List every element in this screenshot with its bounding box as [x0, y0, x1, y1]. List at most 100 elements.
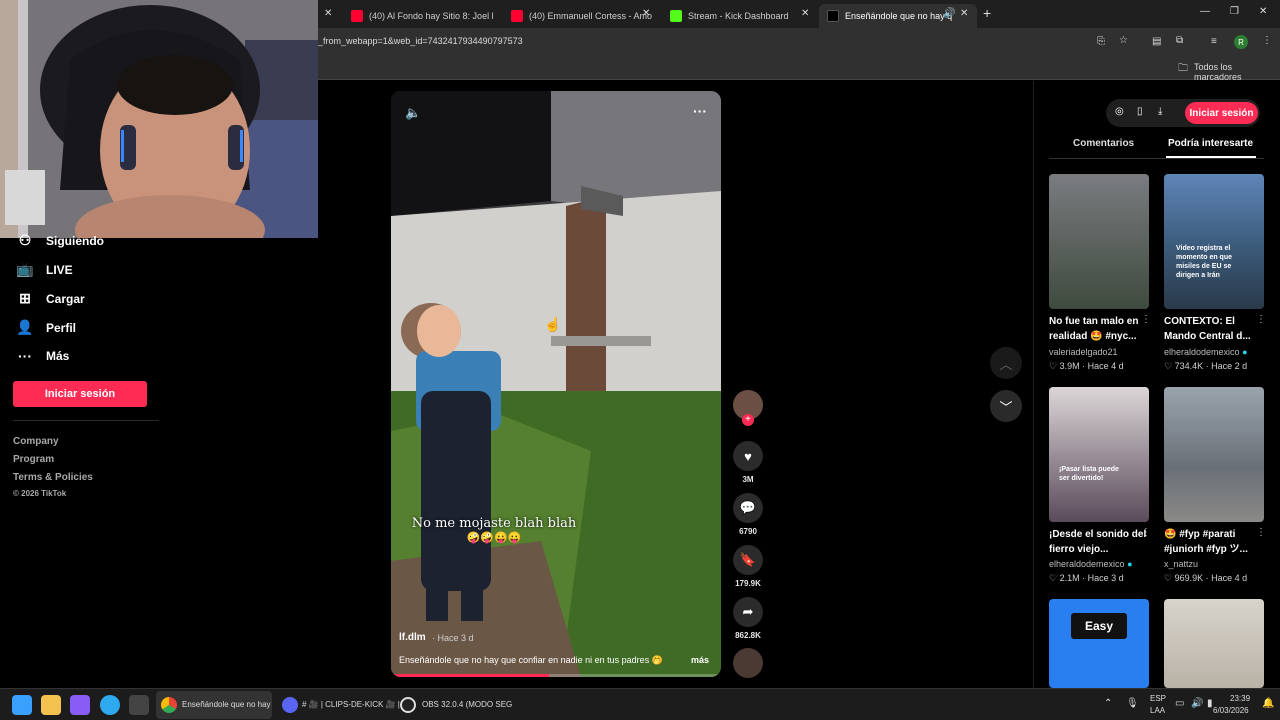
music-disc-icon	[733, 648, 763, 678]
tray-chevron-icon[interactable]: ⌃	[1104, 698, 1112, 709]
sidebar-item-following[interactable]: ⚇ Siguiendo	[16, 232, 104, 249]
discord-icon[interactable]	[282, 697, 298, 713]
progress-fill	[391, 674, 550, 677]
star-icon[interactable]: ☆	[1119, 35, 1128, 46]
video-card-author[interactable]: elheraldodemexico ●	[1164, 347, 1248, 357]
video-card-stats: ♡ 2.1M · Hace 3 d	[1049, 573, 1124, 583]
follow-plus-icon[interactable]: +	[742, 414, 754, 426]
sidebar-item-label: Siguiendo	[46, 233, 104, 248]
window-close-icon[interactable]: ✕	[1259, 6, 1267, 17]
comment-button[interactable]: 💬 6790	[733, 493, 763, 536]
network-icon[interactable]: ▭	[1175, 698, 1184, 709]
edge-icon[interactable]	[100, 695, 120, 715]
video-card-author[interactable]: x_nattzu	[1164, 559, 1198, 569]
tab-youtube-1[interactable]: (40) Al Fondo hay Sitio 8: Joel l	[343, 4, 503, 28]
all-bookmarks-link[interactable]: Todos los marcadores	[1194, 62, 1280, 82]
card-menu-icon[interactable]: ⋮	[1141, 314, 1151, 325]
battery-icon[interactable]: ▮	[1207, 698, 1213, 709]
file-explorer-icon[interactable]	[41, 695, 61, 715]
footer-link-terms[interactable]: Terms & Policies	[13, 472, 93, 483]
profile-avatar[interactable]: R	[1234, 35, 1248, 49]
phone-icon[interactable]: ▯	[1137, 106, 1143, 117]
volume-icon[interactable]: 🔈	[405, 105, 421, 121]
video-card-title[interactable]: No fue tan malo en realidad 🤩 #nyc...	[1049, 314, 1149, 344]
login-button-top[interactable]: Iniciar sesión	[1185, 102, 1258, 124]
microphone-icon[interactable]: 🎙	[1126, 698, 1139, 709]
media-icon[interactable]: ▤	[1152, 36, 1161, 47]
video-card-thumbnail[interactable]: Easy	[1049, 599, 1149, 688]
windows-start-icon[interactable]	[12, 695, 32, 715]
active-tab-indicator	[1166, 156, 1256, 158]
tiktok-icon	[827, 10, 839, 22]
chrome-icon	[161, 697, 177, 713]
sidebar-item-live[interactable]: 📺 LIVE	[16, 261, 72, 278]
video-card-thumbnail[interactable]: ¡Pasar lista puede ser divertido!	[1049, 387, 1149, 522]
video-card-thumbnail[interactable]: Video registra el momento en que misiles…	[1164, 174, 1264, 309]
minimize-icon[interactable]: —	[1200, 6, 1210, 17]
install-app-icon[interactable]: ⎘	[1097, 36, 1105, 47]
volume-tray-icon[interactable]: 🔊	[1191, 698, 1203, 709]
tab-youtube-2[interactable]: (40) Emmanuell Cortess - Amo	[503, 4, 653, 28]
video-card-title[interactable]: CONTEXTO: El Mando Central d...	[1164, 314, 1264, 344]
footer-link-company[interactable]: Company	[13, 436, 59, 447]
language-indicator-2[interactable]: LAA	[1150, 706, 1165, 715]
language-indicator[interactable]: ESP	[1150, 694, 1166, 703]
heart-small-icon: ♡	[1164, 361, 1175, 371]
video-card-title[interactable]: 🤩 #fyp #parati #juniorh #fyp ツ...	[1164, 527, 1264, 557]
tab-label: Stream - Kick Dashboard	[688, 11, 789, 21]
video-card-thumbnail[interactable]	[1049, 174, 1149, 309]
login-button[interactable]: Iniciar sesión	[13, 381, 147, 407]
heart-small-icon: ♡	[1049, 573, 1060, 583]
sidebar-item-label: Más	[46, 349, 70, 363]
new-tab-icon[interactable]: +	[983, 5, 991, 21]
clock-time[interactable]: 23:39	[1230, 694, 1250, 703]
tab-comments[interactable]: Comentarios	[1073, 138, 1134, 149]
store-icon[interactable]	[129, 695, 149, 715]
clock-date[interactable]: 6/03/2026	[1213, 706, 1249, 715]
video-card-thumbnail[interactable]	[1164, 599, 1264, 688]
like-button[interactable]: ♥ 3M	[733, 441, 763, 484]
video-card-author[interactable]: valeriadelgado21	[1049, 347, 1118, 357]
menu-kebab-icon[interactable]: ⋮	[1262, 35, 1272, 46]
sidebar-item-upload[interactable]: ⊞ Cargar	[16, 290, 85, 307]
close-icon[interactable]: ✕	[642, 8, 650, 19]
tab-recommendations[interactable]: Podría interesarte	[1168, 138, 1253, 149]
tab-kick[interactable]: Stream - Kick Dashboard	[662, 4, 812, 28]
copilot-icon[interactable]	[70, 695, 90, 715]
video-author[interactable]: lf.dlm	[399, 632, 426, 643]
obs-icon[interactable]	[400, 697, 416, 713]
author-avatar[interactable]: +	[733, 390, 763, 426]
sidebar-item-more[interactable]: ··· Más	[16, 348, 69, 364]
video-card-stats: ♡ 969.9K · Hace 4 d	[1164, 573, 1248, 583]
reading-list-icon[interactable]: ≡	[1211, 36, 1217, 47]
video-card-title[interactable]: ¡Desde el sonido del fierro viejo...	[1049, 527, 1149, 557]
share-button[interactable]: ➦ 862.8K	[733, 597, 763, 640]
save-button[interactable]: 🔖 179.9K	[733, 545, 763, 588]
options-icon[interactable]: ···	[693, 103, 707, 119]
taskbar-label[interactable]: OBS 32.0.4 (MODO SEG	[422, 700, 512, 709]
card-menu-icon[interactable]: ⋮	[1256, 527, 1266, 538]
video-player[interactable]: 🔈 ··· No me mojaste blah blah 🤪🤪😛😛 lf.dl…	[391, 91, 721, 677]
coins-icon[interactable]: ◎	[1115, 106, 1124, 117]
more-link[interactable]: más	[691, 655, 709, 665]
close-icon[interactable]: ✕	[960, 8, 968, 19]
previous-video-button[interactable]: ︿	[990, 347, 1022, 379]
video-card-thumbnail[interactable]	[1164, 387, 1264, 522]
restore-icon[interactable]: ❐	[1230, 6, 1239, 17]
extensions-icon[interactable]: ⧉	[1176, 35, 1183, 46]
download-icon[interactable]: ⤓	[1158, 106, 1162, 117]
taskbar-label[interactable]: # 🎥 | CLIPS-DE-KICK 🎥 |	[302, 700, 400, 709]
card-menu-icon[interactable]: ⋮	[1141, 527, 1151, 538]
next-video-button[interactable]: ﹀	[990, 390, 1022, 422]
url-text[interactable]: _from_webapp=1&web_id=743241793449079757…	[318, 36, 523, 46]
notifications-icon[interactable]: 🔔	[1262, 698, 1274, 709]
close-icon[interactable]: ✕	[324, 8, 332, 19]
sidebar-item-profile[interactable]: 👤 Perfil	[16, 319, 76, 336]
video-card-author[interactable]: elheraldodemexico ●	[1049, 559, 1133, 569]
card-menu-icon[interactable]: ⋮	[1256, 314, 1266, 325]
progress-track[interactable]	[391, 674, 721, 677]
footer-link-program[interactable]: Program	[13, 454, 54, 465]
close-icon[interactable]: ✕	[801, 8, 809, 19]
verified-icon: ●	[1127, 559, 1133, 569]
music-disc[interactable]	[733, 648, 763, 678]
